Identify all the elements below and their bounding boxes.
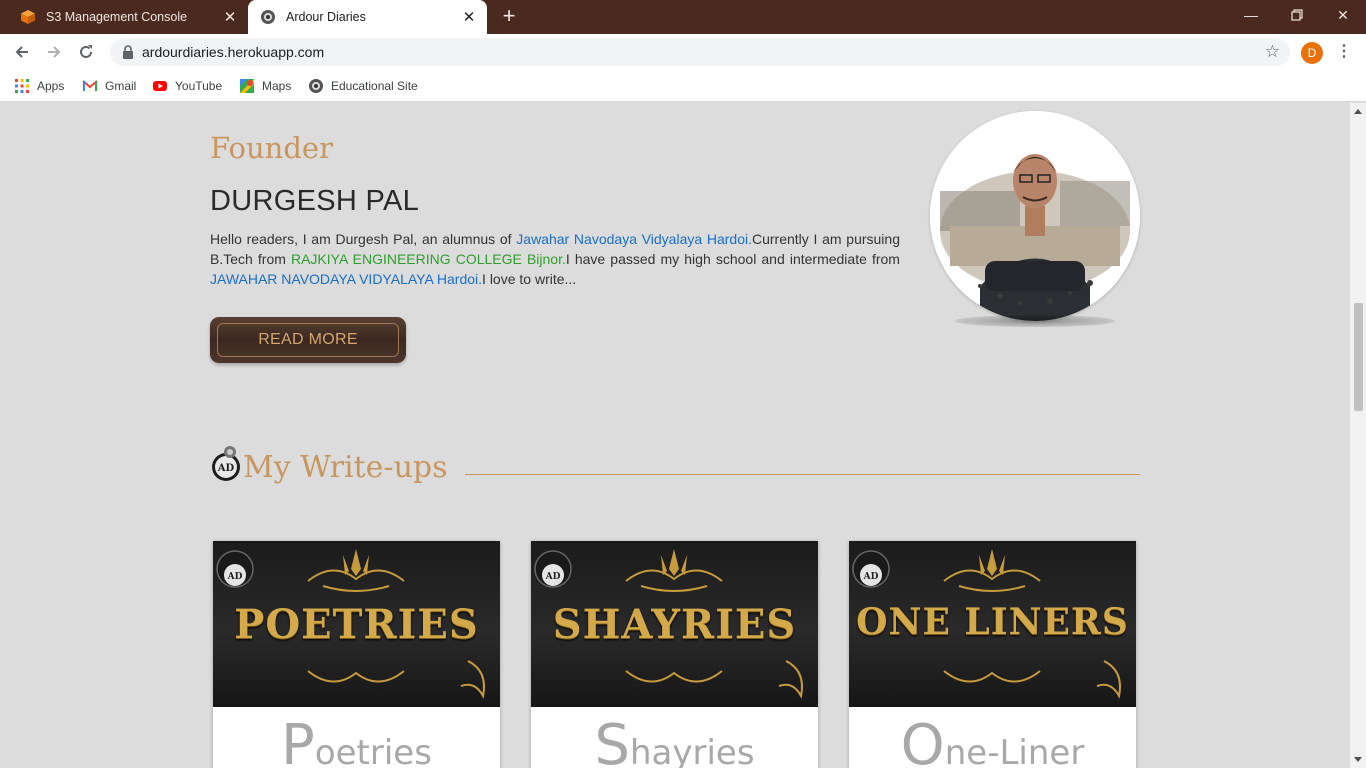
tab-strip: S3 Management Console ✕ Ardour Diaries ✕… — [0, 0, 1366, 34]
aws-cube-icon — [21, 10, 35, 24]
close-tab-icon[interactable]: ✕ — [459, 7, 479, 27]
url-text: ardourdiaries.herokuapp.com — [142, 44, 325, 60]
founder-heading: Founder — [210, 131, 333, 165]
tab-ardour-diaries[interactable]: Ardour Diaries ✕ — [248, 0, 487, 34]
lock-icon — [123, 45, 133, 59]
educational-site-icon — [309, 79, 323, 93]
scrollbar-thumb[interactable] — [1354, 303, 1363, 411]
close-tab-icon[interactable]: ✕ — [220, 7, 240, 27]
bookmark-maps[interactable]: Maps — [239, 76, 291, 96]
back-arrow-icon[interactable] — [8, 38, 36, 66]
ardour-diaries-logo-icon: AD — [212, 446, 240, 481]
avatar-shadow — [955, 315, 1115, 327]
address-bar[interactable]: ardourdiaries.herokuapp.com ☆ — [110, 38, 1290, 66]
bookmark-educational-site[interactable]: Educational Site — [308, 76, 418, 96]
minimize-icon[interactable]: — — [1228, 0, 1274, 30]
heading-divider — [465, 474, 1140, 475]
ardour-diaries-favicon-icon — [261, 10, 275, 24]
read-more-button[interactable]: READ MORE — [210, 317, 406, 363]
caption-initial: O — [900, 713, 945, 768]
card-caption: Poetries — [213, 713, 500, 768]
card-banner-title: ONE LINERS — [856, 601, 1129, 643]
tab-s3-management-console[interactable]: S3 Management Console ✕ — [8, 0, 248, 34]
page-viewport: Founder DURGESH PAL Hello readers, I am … — [0, 103, 1350, 768]
svg-text:AD: AD — [863, 572, 879, 582]
read-more-label: READ MORE — [258, 331, 358, 348]
new-tab-button[interactable]: + — [498, 5, 520, 28]
founder-photo — [930, 111, 1140, 321]
apps-grid-icon — [15, 79, 29, 93]
scroll-down-arrow-icon[interactable] — [1354, 757, 1362, 762]
bio-text: I have passed my high school and interme… — [565, 251, 900, 267]
scroll-up-arrow-icon[interactable] — [1354, 109, 1362, 114]
gmail-icon — [82, 80, 98, 92]
poetries-card[interactable]: AD POETRIES Poetries — [213, 541, 500, 768]
card-banner: AD POETRIES — [213, 541, 500, 707]
caption-initial: S — [594, 713, 630, 768]
close-window-icon[interactable]: ✕ — [1320, 0, 1366, 30]
bio-text: I love to write... — [482, 271, 577, 287]
bookmark-apps[interactable]: Apps — [14, 76, 64, 96]
bookmark-gmail[interactable]: Gmail — [82, 76, 136, 96]
caption-rest: hayries — [629, 733, 755, 768]
card-banner-title: POETRIES — [234, 601, 479, 648]
founder-bio: Hello readers, I am Durgesh Pal, an alum… — [210, 229, 900, 289]
forward-arrow-icon[interactable] — [40, 38, 68, 66]
bookmark-label: Apps — [37, 79, 65, 93]
caption-rest: oetries — [314, 733, 432, 768]
card-caption: Shayries — [531, 713, 818, 768]
writeups-heading: My Write-ups — [243, 450, 448, 485]
card-banner: AD ONE LINERS — [849, 541, 1136, 707]
toolbar: ardourdiaries.herokuapp.com ☆ D ⋮ — [0, 34, 1366, 70]
bio-text: Hello readers, I am Durgesh Pal, an alum… — [210, 231, 517, 247]
caption-rest: ne-Liner — [944, 733, 1085, 768]
bookmark-label: Gmail — [105, 79, 137, 93]
founder-avatar — [930, 111, 1140, 321]
card-banner-title: SHAYRIES — [552, 601, 797, 648]
tab-title: Ardour Diaries — [286, 10, 366, 24]
svg-text:AD: AD — [227, 572, 243, 582]
shayries-card[interactable]: AD SHAYRIES Shayries — [531, 541, 818, 768]
card-banner: AD SHAYRIES — [531, 541, 818, 707]
bookmark-youtube[interactable]: YouTube — [152, 76, 222, 96]
svg-text:AD: AD — [545, 572, 561, 582]
profile-avatar[interactable]: D — [1301, 42, 1323, 64]
bookmarks-bar: Apps Gmail YouTube Maps Educational Site — [0, 70, 1366, 102]
bookmark-label: Maps — [262, 79, 292, 93]
founder-name: DURGESH PAL — [210, 185, 420, 217]
youtube-icon — [153, 81, 167, 91]
card-caption: One-Liner — [849, 713, 1136, 768]
rec-bijnor-link[interactable]: RAJKIYA ENGINEERING COLLEGE Bijnor. — [291, 251, 566, 267]
tab-title: S3 Management Console — [46, 10, 188, 24]
jnv-hardoi-caps-link[interactable]: JAWAHAR NAVODAYA VIDYALAYA Hardoi. — [210, 271, 482, 287]
svg-text:AD: AD — [217, 463, 235, 474]
page-scrollbar[interactable] — [1350, 103, 1366, 768]
bookmark-label: Educational Site — [331, 79, 418, 93]
caption-initial: P — [281, 713, 315, 768]
bookmark-star-icon[interactable]: ☆ — [1265, 43, 1280, 61]
one-liners-card[interactable]: AD ONE LINERS One-Liner — [849, 541, 1136, 768]
bookmark-label: YouTube — [175, 79, 223, 93]
menu-kebab-icon[interactable]: ⋮ — [1336, 42, 1352, 64]
maps-icon — [240, 79, 254, 93]
restore-window-icon[interactable] — [1274, 0, 1320, 30]
jnv-hardoi-link[interactable]: Jawahar Navodaya Vidyalaya Hardoi. — [516, 231, 752, 247]
reload-icon[interactable] — [72, 38, 100, 66]
